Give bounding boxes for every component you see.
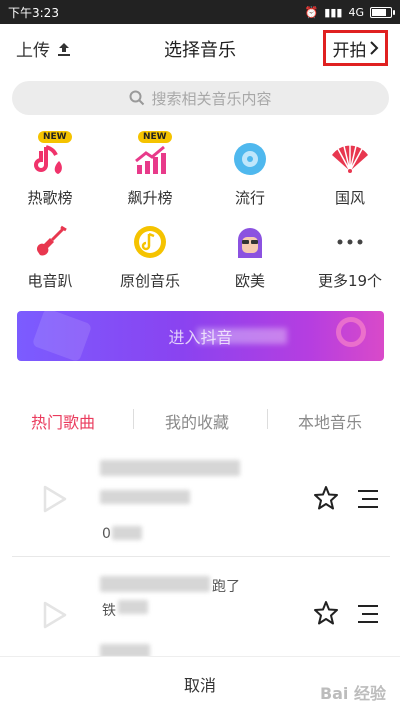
category-hot-songs[interactable]: NEW 热歌榜: [5, 131, 95, 208]
category-label: 流行: [234, 189, 265, 207]
category-original[interactable]: 原创音乐: [105, 222, 195, 291]
alarm-icon: ⏰: [304, 5, 319, 19]
category-pop[interactable]: 流行: [205, 139, 295, 208]
banner-text: 进入抖音: [168, 328, 233, 347]
category-label: 更多19个: [317, 272, 383, 290]
category-edm[interactable]: 电音趴: [5, 222, 95, 291]
search-placeholder: 搜索相关音乐内容: [151, 89, 272, 108]
nav-bar: 上传 选择音乐 开拍: [0, 24, 400, 72]
music-tabs: 热门歌曲 我的收藏 本地音乐: [0, 403, 400, 439]
row-divider: [12, 556, 390, 557]
song-artist-fragment: 铁: [102, 603, 116, 619]
category-label: 热歌榜: [27, 189, 73, 207]
new-badge: NEW: [138, 131, 172, 143]
tab-divider: [133, 409, 134, 429]
status-bar: 下午3:23 ⏰ ▮▮▮ 4G: [0, 0, 400, 24]
status-time: 下午3:23: [8, 5, 59, 20]
play-icon[interactable]: [38, 600, 68, 630]
category-label: 电音趴: [27, 272, 73, 290]
tab-local-music[interactable]: 本地音乐: [298, 409, 362, 433]
new-badge: NEW: [38, 131, 72, 143]
electric-guitar-icon: [30, 222, 70, 262]
list-menu-icon[interactable]: [356, 488, 380, 510]
category-more[interactable]: 更多19个: [305, 222, 395, 291]
signal-icon: ▮▮▮: [324, 5, 343, 19]
favorite-star-icon[interactable]: [313, 600, 339, 626]
category-chinese-style[interactable]: 国风: [305, 139, 395, 208]
category-label: 原创音乐: [119, 272, 180, 290]
category-rising[interactable]: NEW 飙升榜: [105, 131, 195, 208]
hot-songs-icon: NEW: [30, 131, 72, 179]
song-row[interactable]: 0: [0, 448, 400, 558]
blurred-artist: [118, 600, 148, 614]
promo-banner[interactable]: 进入抖音: [17, 311, 384, 361]
chinese-fan-icon: [330, 139, 370, 179]
blurred-song-title: [100, 460, 240, 476]
cancel-label: 取消: [183, 676, 216, 695]
blurred-song-title: [100, 576, 210, 592]
search-icon: [129, 90, 145, 106]
category-label: 飙升榜: [127, 189, 173, 207]
start-shoot-button[interactable]: 开拍: [323, 30, 388, 66]
category-label: 欧美: [234, 272, 265, 290]
play-icon[interactable]: [38, 484, 68, 514]
network-type: 4G: [348, 5, 364, 19]
list-menu-icon[interactable]: [356, 603, 380, 625]
category-label: 国风: [334, 189, 365, 207]
tab-divider: [267, 409, 268, 429]
more-dots-icon: [330, 222, 370, 262]
song-duration: 0: [102, 526, 111, 542]
search-input[interactable]: 搜索相关音乐内容: [12, 81, 389, 115]
start-label: 开拍: [332, 40, 367, 61]
song-title-fragment: 跑了: [212, 579, 240, 595]
tab-favorites[interactable]: 我的收藏: [165, 409, 229, 433]
western-singer-icon: [230, 222, 270, 262]
banner-decoration: [336, 317, 366, 347]
battery-icon: [370, 6, 395, 18]
category-western[interactable]: 欧美: [205, 222, 295, 291]
pop-disc-icon: [230, 139, 270, 179]
banner-decoration: [31, 311, 93, 361]
upload-button[interactable]: 上传: [16, 36, 72, 61]
upload-icon: [58, 42, 70, 56]
blurred-duration: [112, 526, 142, 540]
blurred-artist: [100, 490, 190, 504]
rising-chart-icon: NEW: [130, 131, 172, 179]
watermark: Bai 经验: [319, 684, 386, 703]
upload-label: 上传: [16, 41, 50, 61]
tab-hot-songs[interactable]: 热门歌曲: [31, 409, 95, 433]
original-music-icon: [130, 222, 170, 262]
favorite-star-icon[interactable]: [313, 485, 339, 511]
status-icons: ⏰ ▮▮▮ 4G: [304, 5, 395, 19]
chevron-right-icon: [369, 41, 378, 55]
